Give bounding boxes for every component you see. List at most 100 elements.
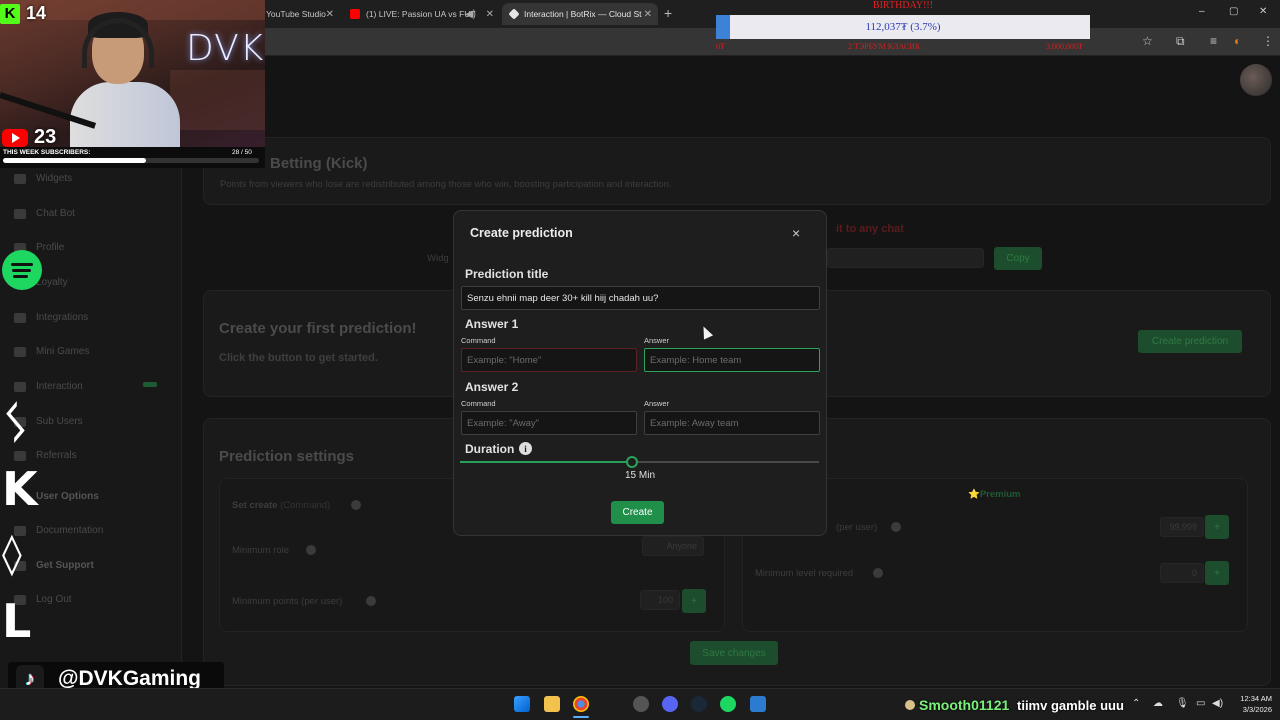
spotify-taskbar-icon[interactable] [720, 696, 736, 712]
active-app-indicator [573, 716, 589, 718]
tab-botrix-interaction[interactable]: Interaction | BotRix — Cloud St ✕ [502, 3, 658, 25]
microphone-icon[interactable]: 🎙 [1176, 698, 1189, 709]
extensions-icon[interactable]: ⧉ [1176, 34, 1185, 49]
goal-progress-text: 112,037₮ (3.7%) [865, 21, 941, 33]
sidebar-item-chat-bot[interactable]: Chat Bot [14, 208, 75, 219]
chrome-icon[interactable] [573, 696, 589, 712]
info-icon[interactable] [873, 568, 883, 578]
steam-icon[interactable] [691, 696, 707, 712]
sidebar-item-label: Sub Users [36, 416, 83, 427]
min-level-label: Minimum level required [755, 568, 854, 579]
maximize-button[interactable]: ▢ [1229, 6, 1238, 17]
answer1-answer-label: Answer [644, 336, 670, 345]
tab-title: Interaction | BotRix — Cloud St [524, 9, 642, 19]
sidebar-item-documentation[interactable]: Documentation [14, 525, 103, 536]
mini-games-icon [14, 346, 26, 357]
info-icon[interactable]: i [519, 442, 532, 455]
app-icon[interactable] [750, 696, 766, 712]
answer2-command-input[interactable] [461, 411, 637, 435]
close-tab-icon[interactable]: ✕ [644, 9, 652, 20]
answer2-label: Answer 2 [465, 380, 519, 394]
referrals-icon [14, 450, 26, 461]
browser-menu-icon[interactable]: ⋮ [1262, 34, 1274, 48]
stepper-plus-button[interactable]: + [1205, 561, 1229, 585]
sidebar-item-widgets[interactable]: Widgets [14, 173, 72, 184]
minimize-button[interactable]: – [1199, 6, 1205, 17]
windows-start-icon[interactable] [514, 696, 530, 712]
create-button[interactable]: Create [611, 501, 664, 524]
tab-live-stream[interactable]: (1) LIVE: Passion UA vs FUT ◀) ✕ [342, 3, 500, 25]
min-role-label: Minimum role [232, 545, 290, 556]
sidebar-item-label: Loyalty [36, 277, 68, 288]
sidebar-item-get-support[interactable]: Get Support [14, 560, 94, 571]
answer1-answer-input[interactable] [644, 348, 820, 372]
widget-url-field[interactable] [827, 248, 984, 268]
first-prediction-title: Create your first prediction! [219, 320, 417, 337]
info-icon[interactable] [891, 522, 901, 532]
duration-slider[interactable] [460, 461, 819, 463]
tab-youtube-studio[interactable]: YouTube Studio ✕ [258, 3, 340, 25]
close-window-button[interactable]: ✕ [1259, 6, 1267, 17]
answer1-command-label: Command [461, 336, 496, 345]
sidebar-item-referrals[interactable]: Referrals [14, 450, 77, 461]
set-create-label: Set create (Command) [232, 500, 330, 511]
duration-value: 15 Min [624, 470, 655, 481]
obs-icon[interactable] [633, 696, 649, 712]
new-badge [143, 382, 157, 387]
file-explorer-icon[interactable] [544, 696, 560, 712]
widgets-icon [14, 173, 26, 184]
chat-message: tiimv gamble uuu [1017, 698, 1124, 713]
system-clock[interactable]: 12:34 AM 3/3/2026 [1222, 693, 1272, 715]
tray-chevron-icon[interactable]: ⌃ [1132, 698, 1140, 709]
subscriber-goal: THIS WEEK SUBSCRIBERS: 28 / 50 [0, 147, 265, 168]
copy-button[interactable]: Copy [994, 247, 1042, 270]
interaction-icon [14, 381, 26, 392]
info-icon[interactable] [351, 500, 361, 510]
info-icon[interactable] [366, 596, 376, 606]
min-points-input[interactable]: 100 [640, 590, 680, 610]
display-icon[interactable]: ▭ [1196, 698, 1205, 709]
goal-scale: 0₮ 2 ТЭРБУМ КЛАСИК 3,000,000₮ [716, 40, 1090, 54]
new-tab-button[interactable]: + [664, 5, 672, 21]
tab-title: YouTube Studio [266, 9, 326, 19]
avatar[interactable] [1240, 64, 1272, 96]
youtube-count-value: 23 [34, 126, 57, 148]
min-level-input[interactable]: 0 [1160, 563, 1204, 583]
answer1-label: Answer 1 [465, 317, 519, 331]
answer2-answer-input[interactable] [644, 411, 820, 435]
answer1-command-input[interactable] [461, 348, 637, 372]
answer2-answer-label: Answer [644, 399, 670, 408]
subs-progress-fill [3, 158, 147, 163]
close-icon[interactable]: × [792, 225, 800, 241]
duration-slider-thumb[interactable] [626, 456, 639, 468]
create-prediction-button[interactable]: Create prediction [1138, 330, 1242, 353]
sidebar-item-integrations[interactable]: Integrations [14, 312, 88, 323]
save-changes-button[interactable]: Save changes [690, 641, 778, 665]
prediction-title-input[interactable] [461, 286, 820, 310]
info-icon[interactable] [306, 545, 316, 555]
screen: YouTube Studio ✕ (1) LIVE: Passion UA vs… [0, 0, 1280, 720]
min-role-select[interactable]: Anyone [642, 536, 704, 556]
modal-title: Create prediction [470, 226, 573, 240]
cloud-icon[interactable]: ☁ [1153, 698, 1163, 709]
discord-icon[interactable] [662, 696, 678, 712]
sidebar-item-interaction[interactable]: Interaction [14, 381, 83, 392]
stepper-plus-button[interactable]: + [1205, 515, 1229, 539]
close-tab-icon[interactable]: ✕ [326, 9, 334, 20]
clock-date: 3/3/2026 [1242, 705, 1272, 714]
create-prediction-modal: Create prediction × Prediction title Ans… [453, 210, 827, 536]
botrix-favicon-icon [508, 8, 520, 20]
sidebar-item-label: Referrals [36, 450, 77, 461]
premium-label: ⭐Premium [968, 489, 1021, 500]
stepper-plus-button[interactable]: + [682, 589, 706, 613]
sidebar-item-mini-games[interactable]: Mini Games [14, 346, 89, 357]
min-role-value: Anyone [666, 541, 697, 551]
close-tab-icon[interactable]: ✕ [486, 9, 494, 20]
speaker-icon[interactable]: ◀) [465, 9, 476, 20]
extension-icon[interactable]: ◐ [1234, 34, 1241, 48]
max-points-input[interactable]: 99,999 [1160, 517, 1204, 537]
reading-list-icon[interactable]: ≡ [1210, 34, 1217, 48]
goal-header: BIRTHDAY!!! [872, 0, 934, 11]
max-points-value: 99,999 [1169, 522, 1197, 532]
bookmark-star-icon[interactable]: ☆ [1142, 34, 1153, 48]
